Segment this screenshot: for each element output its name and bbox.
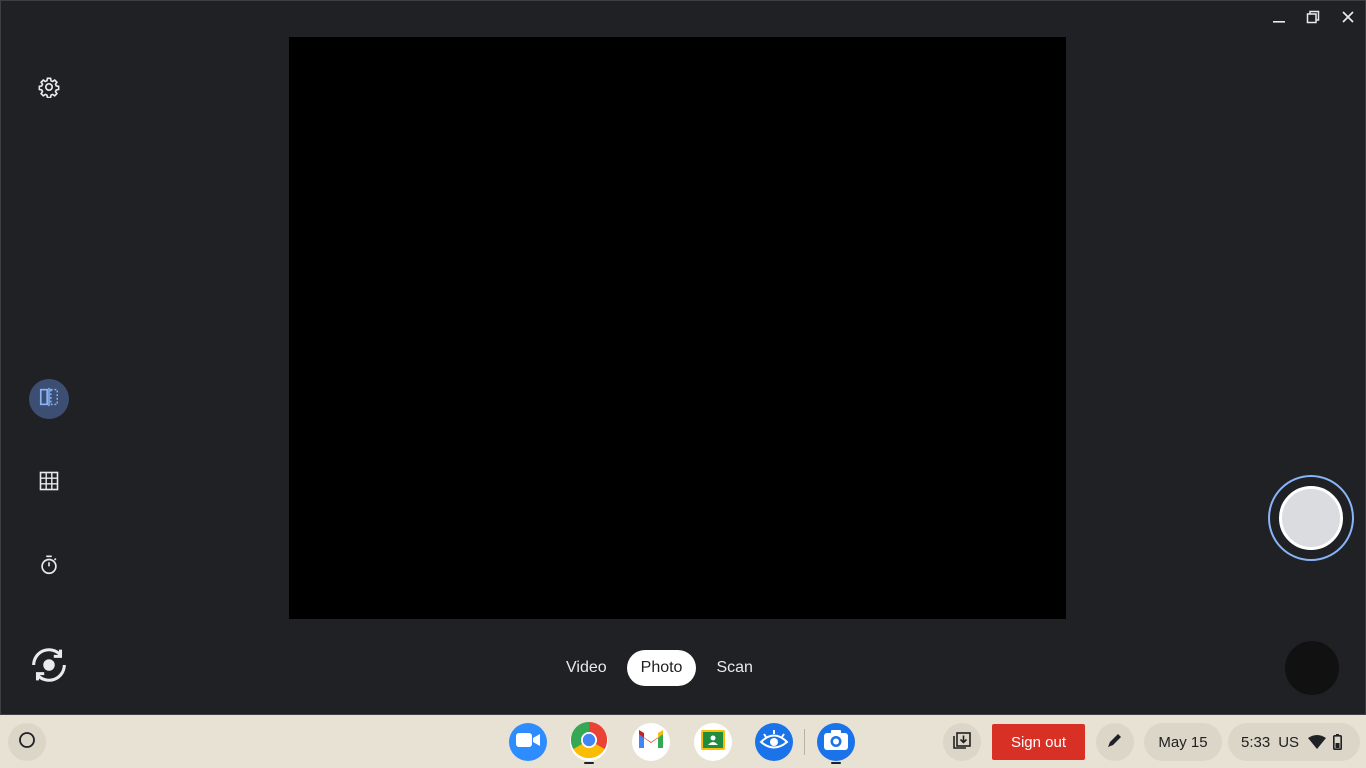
shelf-divider [804, 729, 805, 755]
status-area[interactable]: 5:33 US [1228, 723, 1360, 761]
launcher-button[interactable] [8, 723, 46, 761]
shelf-app-chrome[interactable] [570, 721, 608, 764]
timer-icon [38, 554, 60, 581]
date-button[interactable]: May 15 [1144, 723, 1222, 761]
download-tray-icon [952, 730, 972, 754]
gallery-thumbnail[interactable] [1285, 641, 1339, 695]
switch-camera-icon [26, 642, 72, 693]
battery-icon [1333, 734, 1343, 750]
classroom-icon [701, 729, 725, 755]
chrome-running-indicator [584, 762, 594, 764]
launcher-icon [18, 731, 36, 754]
camera-preview [289, 37, 1066, 619]
shelf-app-classroom[interactable] [694, 723, 732, 761]
mode-photo[interactable]: Photo [626, 650, 697, 686]
chrome-icon [570, 721, 608, 764]
close-icon [1341, 10, 1355, 29]
grid-button[interactable] [29, 463, 69, 503]
camera-running-indicator [831, 762, 841, 764]
eye-icon [759, 729, 789, 756]
mirror-icon [38, 386, 60, 413]
camera-app-window: Video Photo Scan [0, 0, 1366, 715]
shelf-app-gmail[interactable] [632, 723, 670, 761]
zoom-icon [516, 732, 540, 753]
shelf-app-camera[interactable] [817, 723, 855, 761]
mode-selector: Video Photo Scan [549, 650, 770, 686]
sign-out-button[interactable]: Sign out [992, 724, 1085, 760]
stylus-button[interactable] [1096, 723, 1134, 761]
mode-video[interactable]: Video [552, 650, 621, 686]
mode-scan[interactable]: Scan [702, 650, 766, 686]
pen-icon [1106, 731, 1124, 753]
shutter-button[interactable] [1268, 475, 1354, 561]
switch-camera-button[interactable] [23, 641, 75, 693]
restore-icon [1306, 10, 1320, 29]
timer-button[interactable] [29, 547, 69, 587]
gmail-icon [638, 729, 664, 755]
close-button[interactable] [1336, 7, 1360, 31]
camera-icon [823, 729, 849, 756]
wifi-icon [1308, 735, 1327, 749]
holding-space-button[interactable] [943, 723, 981, 761]
shelf-app-eye[interactable] [755, 723, 793, 761]
minimize-button[interactable] [1267, 7, 1291, 31]
minimize-icon [1272, 10, 1286, 29]
locale-label: US [1278, 733, 1300, 751]
shelf-app-zoom[interactable] [509, 723, 547, 761]
time-label: 5:33 [1241, 733, 1271, 751]
date-label: May 15 [1158, 733, 1208, 751]
gear-icon [38, 76, 60, 103]
settings-button[interactable] [29, 69, 69, 109]
mirror-button[interactable] [29, 379, 69, 419]
shutter-inner [1279, 486, 1343, 550]
restore-button[interactable] [1301, 7, 1325, 31]
grid-icon [39, 471, 59, 496]
